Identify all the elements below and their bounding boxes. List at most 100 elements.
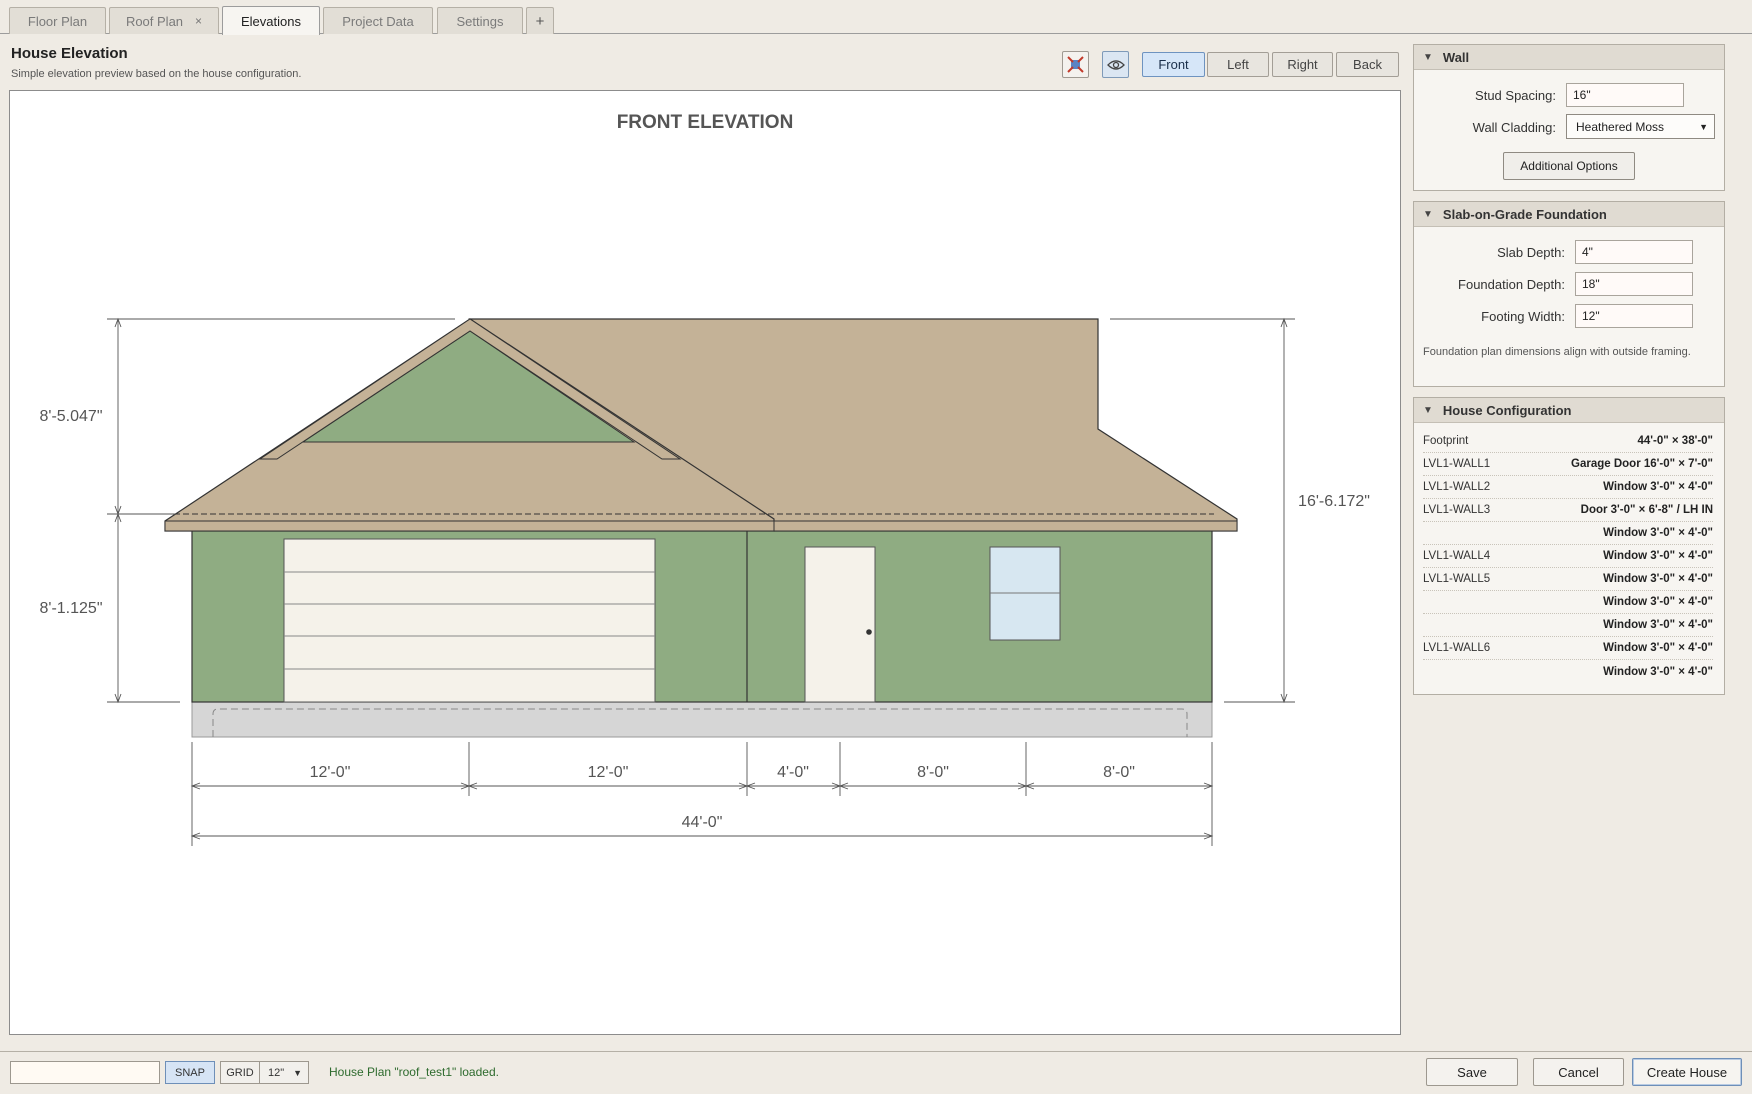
dim-seg-3: 4'-0" bbox=[777, 764, 809, 781]
visibility-toggle-button[interactable] bbox=[1102, 51, 1129, 78]
slab-depth-label: Slab Depth: bbox=[1497, 245, 1565, 260]
tab-project-data[interactable]: Project Data bbox=[323, 7, 433, 34]
fit-view-button[interactable] bbox=[1062, 51, 1089, 78]
config-key: LVL1-WALL6 bbox=[1423, 642, 1491, 654]
chevron-down-icon: ▼ bbox=[1699, 121, 1708, 132]
page-subtitle: Simple elevation preview based on the ho… bbox=[11, 68, 302, 80]
config-key: LVL1-WALL2 bbox=[1423, 481, 1491, 493]
view-left-button[interactable]: Left bbox=[1207, 52, 1269, 77]
create-house-button[interactable]: Create House bbox=[1632, 1058, 1742, 1086]
foundation-note: Foundation plan dimensions align with ou… bbox=[1423, 346, 1691, 358]
view-right-button[interactable]: Right bbox=[1272, 52, 1333, 77]
wall-cladding-value: Heathered Moss bbox=[1576, 119, 1665, 134]
panel-title: Wall bbox=[1442, 49, 1470, 65]
view-back-button[interactable]: Back bbox=[1336, 52, 1399, 77]
collapse-icon: ▼ bbox=[1423, 51, 1433, 63]
tab-bar: Floor Plan Roof Plan × Elevations Project… bbox=[0, 0, 1752, 35]
grid-toggle[interactable]: GRID bbox=[220, 1061, 260, 1084]
config-row: LVL1-WALL4 Window 3'-0" × 4'-0" bbox=[1423, 545, 1713, 568]
dim-right-total: 16'-6.172" bbox=[1298, 493, 1370, 510]
config-key: LVL1-WALL4 bbox=[1423, 550, 1491, 562]
chevron-down-icon: ▼ bbox=[293, 1067, 302, 1078]
tab-floor-plan[interactable]: Floor Plan bbox=[9, 7, 106, 34]
config-value: Window 3'-0" × 4'-0" bbox=[1603, 527, 1713, 539]
tab-roof-plan[interactable]: Roof Plan × bbox=[109, 7, 219, 34]
slab-depth-input[interactable]: 4" bbox=[1575, 240, 1693, 264]
config-row: LVL1-WALL2 Window 3'-0" × 4'-0" bbox=[1423, 476, 1713, 499]
snap-toggle[interactable]: SNAP bbox=[165, 1061, 215, 1084]
panel-title: Slab-on-Grade Foundation bbox=[1442, 206, 1607, 222]
plus-icon: + bbox=[535, 12, 545, 30]
dim-seg-4: 8'-0" bbox=[917, 764, 949, 781]
grid-size-value: 12" bbox=[268, 1066, 285, 1079]
wall-cladding-select[interactable]: Heathered Moss ▼ bbox=[1566, 114, 1715, 139]
window bbox=[989, 546, 1061, 641]
view-front-button[interactable]: Front bbox=[1142, 52, 1205, 77]
config-row: LVL1-WALL1 Garage Door 16'-0" × 7'-0" bbox=[1423, 453, 1713, 476]
config-row: Footprint 44'-0" × 38'-0" bbox=[1423, 430, 1713, 453]
fascia bbox=[164, 520, 1238, 532]
dim-lower-left: 8'-1.125" bbox=[40, 600, 103, 617]
config-key: LVL1-WALL3 bbox=[1423, 504, 1491, 516]
tab-label: Roof Plan bbox=[125, 13, 184, 29]
save-button[interactable]: Save bbox=[1426, 1058, 1518, 1086]
collapse-icon: ▼ bbox=[1423, 208, 1433, 220]
tab-label: Project Data bbox=[342, 13, 414, 29]
command-input[interactable] bbox=[10, 1061, 160, 1084]
stud-spacing-label: Stud Spacing: bbox=[1475, 88, 1556, 103]
elevation-canvas[interactable]: FRONT ELEVATION 8'-5.047" 8'-1.125" 16'-… bbox=[9, 90, 1401, 1035]
config-panel-header[interactable]: ▼ House Configuration bbox=[1414, 398, 1724, 423]
panel-title: House Configuration bbox=[1442, 402, 1572, 418]
eye-icon bbox=[1106, 59, 1125, 70]
config-value: Window 3'-0" × 4'-0" bbox=[1603, 642, 1713, 654]
footing-width-label: Footing Width: bbox=[1481, 309, 1565, 324]
config-value: Window 3'-0" × 4'-0" bbox=[1603, 665, 1713, 678]
config-key: LVL1-WALL5 bbox=[1423, 573, 1491, 585]
dim-upper-left: 8'-5.047" bbox=[40, 408, 103, 425]
config-key: Footprint bbox=[1423, 435, 1469, 447]
close-icon[interactable]: × bbox=[195, 14, 202, 28]
config-row: Window 3'-0" × 4'-0" bbox=[1423, 614, 1713, 637]
config-value: Window 3'-0" × 4'-0" bbox=[1603, 596, 1713, 608]
config-row: Window 3'-0" × 4'-0" bbox=[1423, 660, 1713, 683]
stud-spacing-input[interactable]: 16" bbox=[1566, 83, 1684, 107]
wall-panel-header[interactable]: ▼ Wall bbox=[1414, 45, 1724, 70]
config-row: Window 3'-0" × 4'-0" bbox=[1423, 591, 1713, 614]
tab-settings[interactable]: Settings bbox=[437, 7, 523, 34]
tab-label: Settings bbox=[456, 13, 504, 29]
config-value: Window 3'-0" × 4'-0" bbox=[1603, 481, 1713, 493]
dim-overall: 44'-0" bbox=[682, 814, 723, 831]
slab bbox=[191, 701, 1213, 738]
dim-seg-1: 12'-0" bbox=[310, 764, 351, 781]
config-value: Garage Door 16'-0" × 7'-0" bbox=[1571, 458, 1713, 470]
elevation-title: FRONT ELEVATION bbox=[617, 112, 794, 133]
config-key: LVL1-WALL1 bbox=[1423, 458, 1491, 470]
config-row: LVL1-WALL5 Window 3'-0" × 4'-0" bbox=[1423, 568, 1713, 591]
foundation-panel: ▼ Slab-on-Grade Foundation Slab Depth: 4"… bbox=[1413, 201, 1725, 387]
tab-label: Floor Plan bbox=[27, 13, 88, 29]
config-value: 44'-0" × 38'-0" bbox=[1637, 435, 1713, 447]
footing-width-input[interactable]: 12" bbox=[1575, 304, 1693, 328]
wall-panel: ▼ Wall Stud Spacing: 16" Wall Cladding: H… bbox=[1413, 44, 1725, 191]
config-value: Window 3'-0" × 4'-0" bbox=[1603, 573, 1713, 585]
foundation-depth-input[interactable]: 18" bbox=[1575, 272, 1693, 296]
tab-elevations[interactable]: Elevations bbox=[222, 6, 320, 35]
config-row: LVL1-WALL3 Door 3'-0" × 6'-8" / LH IN bbox=[1423, 499, 1713, 522]
grid-size-select[interactable]: 12" ▼ bbox=[259, 1061, 309, 1084]
collapse-icon: ▼ bbox=[1423, 404, 1433, 416]
wall-cladding-label: Wall Cladding: bbox=[1472, 120, 1556, 135]
tab-label: Elevations bbox=[241, 13, 301, 29]
cancel-button[interactable]: Cancel bbox=[1533, 1058, 1624, 1086]
config-value: Window 3'-0" × 4'-0" bbox=[1603, 619, 1713, 631]
status-message: House Plan "roof_test1" loaded. bbox=[329, 1065, 499, 1079]
additional-options-button[interactable]: Additional Options bbox=[1503, 152, 1635, 180]
add-tab-button[interactable]: + bbox=[526, 7, 554, 34]
config-value: Window 3'-0" × 4'-0" bbox=[1603, 550, 1713, 562]
house-configuration-panel: ▼ House Configuration Footprint 44'-0" × 3… bbox=[1413, 397, 1725, 695]
elevation-drawing: FRONT ELEVATION 8'-5.047" 8'-1.125" 16'-… bbox=[40, 112, 1370, 846]
foundation-depth-label: Foundation Depth: bbox=[1458, 277, 1565, 292]
config-row: LVL1-WALL6 Window 3'-0" × 4'-0" bbox=[1423, 637, 1713, 660]
foundation-panel-header[interactable]: ▼ Slab-on-Grade Foundation bbox=[1414, 202, 1724, 227]
page-title: House Elevation bbox=[11, 45, 128, 62]
fit-view-icon bbox=[1067, 56, 1084, 73]
